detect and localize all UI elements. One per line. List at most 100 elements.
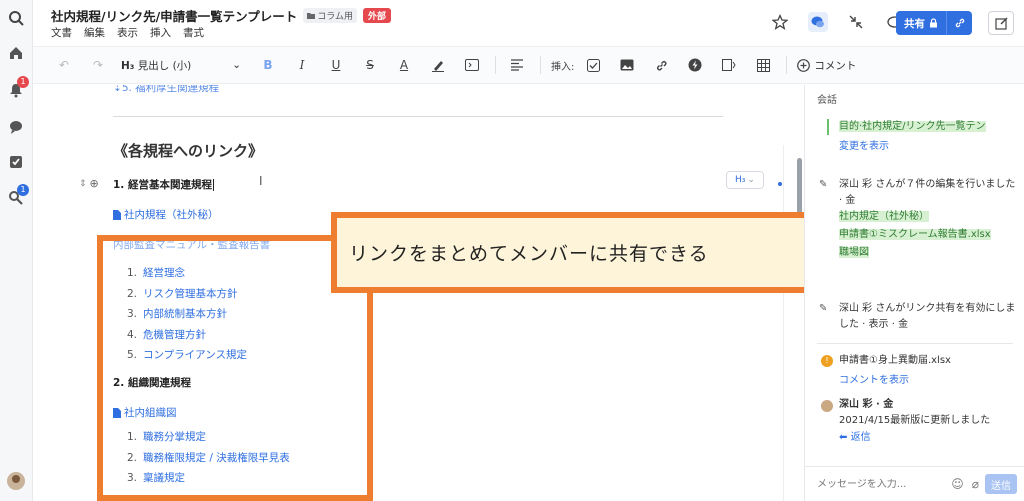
- comment-plus-icon: [797, 58, 811, 72]
- text-color-icon[interactable]: A: [393, 54, 415, 76]
- activity2-item3[interactable]: 職場図: [839, 245, 869, 261]
- heading-level-label: H₃: [735, 175, 746, 185]
- key-search-icon[interactable]: 1: [6, 184, 29, 208]
- add-comment-label: コメント: [814, 59, 857, 72]
- insert-checkbox-icon[interactable]: [582, 54, 604, 76]
- editor-scrollbar[interactable]: [797, 158, 802, 214]
- strikethrough-icon[interactable]: S: [359, 54, 381, 76]
- activity3-text: 深山 彩 さんがリンク共有を有効にしました · 表示 · 金: [839, 303, 1016, 330]
- menu-insert[interactable]: 挿入: [150, 25, 171, 40]
- comment-file[interactable]: 申請書①身上異動届.xlsx: [839, 353, 951, 369]
- top-anchor-link[interactable]: ⇣5. 福利厚生関連規程: [113, 85, 219, 95]
- menu-bar: 文書 編集 表示 挿入 書式: [51, 25, 204, 40]
- menu-edit[interactable]: 編集: [84, 25, 105, 40]
- code-block-icon[interactable]: [461, 54, 483, 76]
- reply-arrow-icon: ⬅: [839, 432, 848, 443]
- reply-button[interactable]: ⬅ 返信: [839, 430, 871, 446]
- heading-select[interactable]: H₃ 見出し (小) ⌄: [121, 58, 241, 73]
- align-icon[interactable]: [506, 54, 528, 76]
- underline-icon[interactable]: U: [325, 54, 347, 76]
- home-icon[interactable]: [6, 43, 26, 63]
- section1-doc-link[interactable]: 社内規程（社外秘）: [113, 207, 219, 222]
- chevron-down-icon: ⌄: [232, 59, 241, 71]
- insert-table-icon[interactable]: [752, 54, 774, 76]
- attachment-icon[interactable]: ⌀: [972, 477, 979, 491]
- folder-icon: [307, 13, 316, 19]
- search-icon[interactable]: [6, 8, 26, 28]
- add-block-icon: ⊕: [89, 177, 99, 190]
- insert-panel-icon[interactable]: [718, 54, 740, 76]
- collapse-arrows-icon[interactable]: [846, 12, 866, 32]
- section-heading: 《各規程へのリンク》: [113, 142, 264, 160]
- insert-link-icon[interactable]: [650, 54, 672, 76]
- share-label: 共有: [904, 17, 925, 30]
- insert-image-icon[interactable]: [616, 54, 638, 76]
- panel-title: 会話: [817, 95, 837, 106]
- document-title[interactable]: 社内規程/リンク先/申請書一覧テンプレート: [51, 6, 297, 25]
- chevron-down-icon: ⌄: [747, 175, 755, 185]
- section1-heading-text: 1. 経営基本関連規程: [113, 179, 212, 191]
- bell-icon[interactable]: 1: [6, 76, 29, 100]
- menu-file[interactable]: 文書: [51, 25, 72, 40]
- conversation-panel: 会話 目的·社内規定/リンク先一覧テン 変更を表示 ✎ 深山 彩 さんが７件の編…: [804, 85, 1024, 501]
- text-cursor: [212, 179, 214, 191]
- change-marker: [827, 119, 829, 135]
- bold-icon[interactable]: B: [257, 54, 279, 76]
- comment-body: 2021/4/15最新版に更新しました: [839, 415, 991, 426]
- user-avatar[interactable]: [7, 472, 25, 490]
- left-rail: 1 1: [0, 0, 33, 501]
- heading-level-chip[interactable]: H₃ ⌄: [726, 171, 764, 189]
- top-anchor-label: 5. 福利厚生関連規程: [121, 85, 220, 94]
- chat-icon[interactable]: [6, 117, 26, 137]
- emoji-icon[interactable]: ☺: [951, 477, 964, 491]
- document-title-row: 社内規程/リンク先/申請書一覧テンプレート コラム用 外部: [51, 6, 392, 25]
- section1-doc-label: 社内規程（社外秘）: [124, 209, 219, 221]
- outline-dot: [778, 182, 782, 186]
- insert-lightning-icon[interactable]: [684, 54, 706, 76]
- show-comment-link[interactable]: コメントを表示: [839, 373, 909, 389]
- pencil-icon: ✎: [819, 303, 828, 314]
- conversation-icon[interactable]: [808, 12, 828, 32]
- add-comment-button[interactable]: コメント: [797, 58, 856, 73]
- horizontal-rule: [113, 116, 723, 117]
- activity2-item1[interactable]: 社内規定（社外秘）: [839, 209, 929, 225]
- external-tag: 外部: [363, 8, 392, 23]
- undo-icon[interactable]: ↶: [53, 54, 75, 76]
- menu-format[interactable]: 書式: [183, 25, 204, 40]
- activity2-text: 深山 彩 さんが７件の編集を行いました · 金: [839, 179, 1016, 206]
- document-icon: [113, 209, 121, 220]
- highlight-pen-icon[interactable]: [427, 54, 449, 76]
- checkbox-icon[interactable]: [6, 152, 26, 172]
- format-toolbar: ↶ ↷ H₃ 見出し (小) ⌄ B I U S A 挿入: コメント: [33, 46, 1024, 84]
- pencil-icon: ✎: [819, 179, 828, 190]
- toolbar-divider: [786, 56, 788, 74]
- callout-banner: リンクをまとめてメンバーに共有できる: [331, 212, 864, 293]
- star-icon[interactable]: [770, 12, 790, 32]
- folder-label: コラム用: [317, 12, 353, 22]
- message-input-row: ☺ ⌀ 送信: [805, 466, 1024, 501]
- folder-chip[interactable]: コラム用: [303, 8, 357, 23]
- link-icon: [955, 18, 964, 28]
- pencil-square-icon: [994, 17, 1007, 30]
- italic-icon[interactable]: I: [291, 54, 313, 76]
- activity2-item2[interactable]: 申請書①ミスクレーム報告書.xlsx: [839, 227, 991, 243]
- share-main[interactable]: 共有: [896, 11, 946, 35]
- redo-icon[interactable]: ↷: [87, 54, 109, 76]
- edit-button[interactable]: [988, 11, 1014, 35]
- callout-text: リンクをまとめてメンバーに共有できる: [349, 243, 709, 265]
- outline-track: [783, 145, 784, 501]
- drag-handle-icon: ⇕: [79, 178, 87, 189]
- i-beam-cursor-icon: I: [259, 174, 263, 188]
- heading-h3-icon: H₃: [121, 59, 135, 72]
- send-button[interactable]: 送信: [985, 474, 1017, 494]
- block-handle[interactable]: ⇕ ⊕: [79, 177, 99, 190]
- lock-icon: [930, 18, 937, 28]
- message-input[interactable]: [817, 478, 948, 490]
- toolbar-divider: [495, 56, 496, 74]
- activity1-link[interactable]: 変更を表示: [839, 139, 889, 155]
- link-share-button[interactable]: [946, 11, 972, 35]
- menu-view[interactable]: 表示: [117, 25, 138, 40]
- share-button[interactable]: 共有: [896, 11, 972, 35]
- heading-select-label: 見出し (小): [137, 59, 192, 72]
- search-badge: 1: [17, 184, 29, 196]
